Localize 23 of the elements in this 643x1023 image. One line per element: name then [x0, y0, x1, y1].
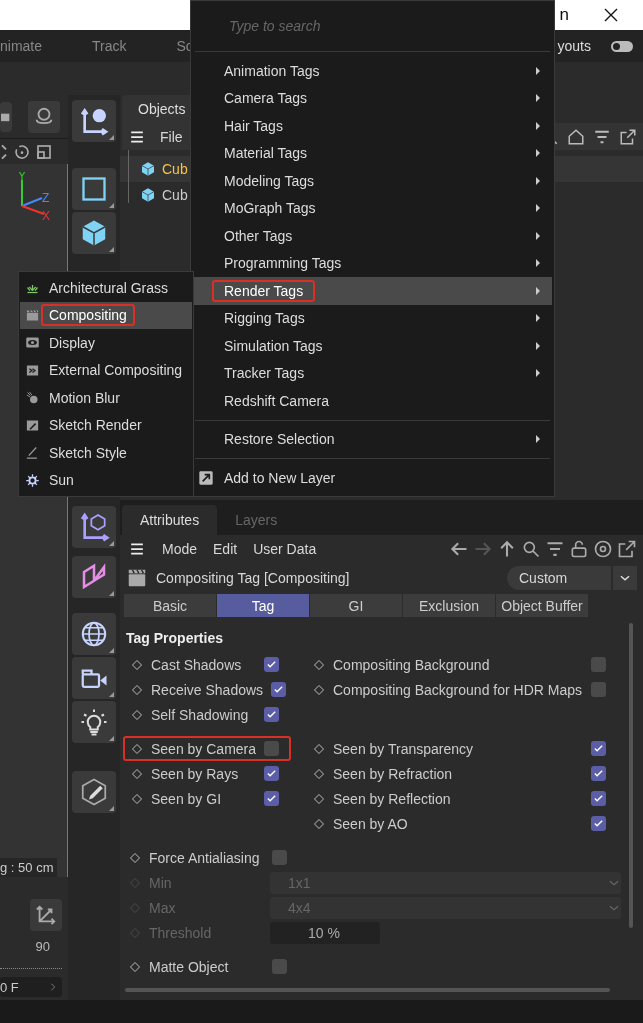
property-label: Compositing Background for HDR Maps	[333, 681, 583, 698]
property-label: Seen by Reflection	[333, 790, 452, 807]
property-label: Self Shadowing	[151, 706, 250, 723]
grid-spacing-label: g : 50 cm	[0, 858, 58, 877]
frame-tick-label: 90	[35, 939, 50, 954]
property-label: Seen by AO	[333, 815, 409, 832]
property-label: Cast Shadows	[151, 656, 243, 673]
property-label: Min	[149, 875, 173, 891]
object-title: Compositing Tag [Compositing]	[156, 570, 350, 586]
property-label: Seen by GI	[151, 790, 223, 807]
property-label: Seen by Rays	[151, 765, 240, 782]
property-label: Seen by Refraction	[333, 765, 454, 782]
property-label: Seen by Transparency	[333, 740, 475, 757]
property-label: Force Antialiasing	[149, 849, 261, 866]
axis-gizmo-drawing: Y Z X	[14, 172, 54, 222]
property-label: Seen by Camera	[151, 740, 257, 757]
window-title: n	[559, 5, 569, 25]
property-label: Max	[149, 900, 177, 916]
section-title: Tag Properties	[125, 629, 224, 648]
property-label: Matte Object	[149, 958, 230, 975]
property-label: Threshold	[149, 925, 213, 941]
property-label: Receive Shadows	[151, 681, 264, 698]
property-label: Compositing Background	[333, 656, 491, 673]
